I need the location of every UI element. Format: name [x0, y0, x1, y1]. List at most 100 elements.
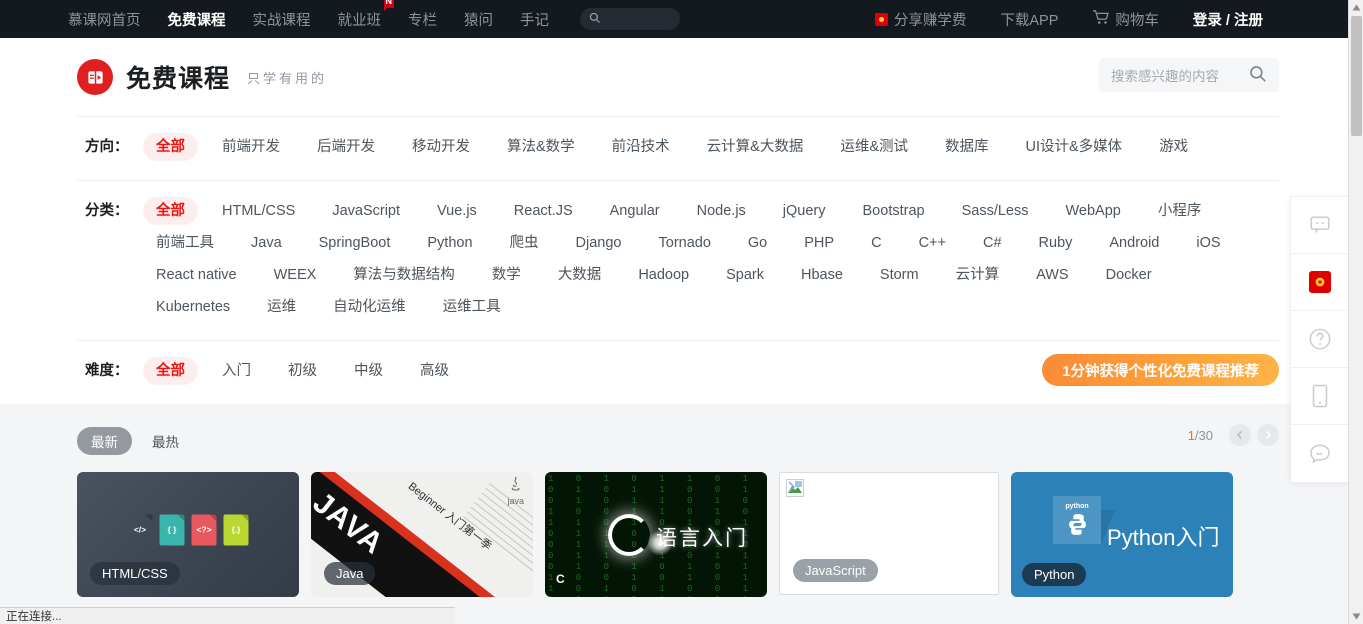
- help-button[interactable]: [1291, 311, 1348, 368]
- filter-category-item[interactable]: 爬虫: [497, 229, 552, 257]
- scroll-up-button[interactable]: [1349, 0, 1363, 15]
- filter-direction-ui-multimedia[interactable]: UI设计&多媒体: [1013, 133, 1136, 161]
- filter-category-item[interactable]: 全部: [143, 197, 198, 225]
- nav-item-cart[interactable]: 购物车: [1092, 9, 1159, 30]
- filter-category-item[interactable]: Spark: [713, 261, 777, 289]
- course-card[interactable]: </> { } <?> {.} HTML/CSS: [77, 472, 299, 597]
- mobile-app-button[interactable]: [1291, 368, 1348, 425]
- nav-item-free-courses[interactable]: 免费课程: [168, 9, 226, 30]
- filter-direction-algorithms[interactable]: 算法&数学: [494, 133, 588, 161]
- filter-category-item[interactable]: Django: [563, 229, 635, 257]
- scroll-down-button[interactable]: [1349, 609, 1363, 624]
- filter-category-item[interactable]: Vue.js: [424, 197, 490, 225]
- course-card[interactable]: 1 0 1 0 1 1 0 1 0 1 0 1 1 0 0 1 0 1 0 1 …: [545, 472, 767, 597]
- course-card[interactable]: JavaScript: [779, 472, 999, 595]
- filter-category-item[interactable]: 小程序: [1145, 197, 1215, 225]
- pagination: 1/30: [1188, 424, 1279, 446]
- filter-category-item[interactable]: jQuery: [770, 197, 839, 225]
- filter-category-item[interactable]: 自动化运维: [320, 293, 419, 321]
- filter-difficulty-intermediate[interactable]: 中级: [341, 357, 396, 385]
- filter-direction-devops-testing[interactable]: 运维&测试: [827, 133, 921, 161]
- course-card-tag: Java: [324, 562, 376, 585]
- filter-category-item[interactable]: 前端工具: [143, 229, 227, 257]
- filter-category-item[interactable]: Android: [1096, 229, 1172, 257]
- filter-category-item[interactable]: Hadoop: [625, 261, 702, 289]
- filter-category-item[interactable]: SpringBoot: [306, 229, 404, 257]
- filter-category-item[interactable]: Angular: [597, 197, 673, 225]
- filter-category-item[interactable]: PHP: [791, 229, 847, 257]
- nav-item-download-app[interactable]: 下载APP: [1000, 9, 1058, 30]
- filter-direction-games[interactable]: 游戏: [1146, 133, 1201, 161]
- chat-button[interactable]: [1291, 425, 1348, 482]
- filter-category-item[interactable]: AWS: [1023, 261, 1082, 289]
- filter-category-item[interactable]: Node.js: [684, 197, 759, 225]
- filter-category-item[interactable]: 数学: [479, 261, 534, 289]
- filter-category-item[interactable]: Docker: [1093, 261, 1165, 289]
- filter-category-item[interactable]: JavaScript: [319, 197, 413, 225]
- filter-category-item[interactable]: Tornado: [646, 229, 724, 257]
- next-page-button[interactable]: [1257, 424, 1279, 446]
- filter-category-item[interactable]: Storm: [867, 261, 932, 289]
- search-icon[interactable]: [1249, 65, 1267, 86]
- filter-direction-frontend[interactable]: 前端开发: [209, 133, 293, 161]
- nav-item-notes[interactable]: 手记: [520, 9, 549, 30]
- personalized-recommendation-button[interactable]: 1分钟获得个性化免费课程推荐: [1042, 354, 1279, 386]
- filter-category-item[interactable]: React native: [143, 261, 250, 289]
- filter-direction-mobile[interactable]: 移动开发: [399, 133, 483, 161]
- browser-vertical-scrollbar[interactable]: [1348, 0, 1363, 624]
- nav-item-column[interactable]: 专栏: [408, 9, 437, 30]
- filter-category-item[interactable]: 算法与数据结构: [340, 261, 468, 289]
- feedback-button[interactable]: [1291, 197, 1348, 254]
- nav-item-label: 手记: [520, 12, 549, 29]
- filter-direction-cutting-edge[interactable]: 前沿技术: [599, 133, 683, 161]
- filter-category-item[interactable]: Kubernetes: [143, 293, 243, 321]
- top-nav-left-group: 慕课网首页 免费课程 实战课程 就业班 N 专栏 猿问 手记: [68, 0, 680, 30]
- prev-page-button[interactable]: [1229, 424, 1251, 446]
- course-card-title: 语言入门: [656, 527, 748, 550]
- filter-category-item[interactable]: Java: [238, 229, 295, 257]
- filter-difficulty-advanced[interactable]: 高级: [407, 357, 462, 385]
- filter-category-item[interactable]: 大数据: [545, 261, 615, 289]
- scrollbar-thumb[interactable]: [1351, 16, 1362, 136]
- red-envelope-button[interactable]: [1291, 254, 1348, 311]
- filter-category-item[interactable]: Sass/Less: [949, 197, 1042, 225]
- filter-category-item[interactable]: iOS: [1183, 229, 1233, 257]
- filter-category-item[interactable]: Python: [414, 229, 485, 257]
- nav-item-share-earn[interactable]: 分享赚学费: [874, 9, 966, 30]
- filter-direction-database[interactable]: 数据库: [932, 133, 1002, 161]
- course-card-tag: HTML/CSS: [90, 562, 180, 585]
- course-card[interactable]: python Python入门 Python: [1011, 472, 1233, 597]
- filter-category-item[interactable]: Go: [735, 229, 780, 257]
- nav-item-job-class[interactable]: 就业班 N: [338, 0, 394, 30]
- filter-category-item[interactable]: 运维: [254, 293, 309, 321]
- header-search-input[interactable]: 搜索感兴趣的内容: [1099, 58, 1279, 92]
- nav-item-login-register[interactable]: 登录 / 注册: [1193, 9, 1263, 30]
- tab-hottest[interactable]: 最热: [146, 427, 185, 455]
- filter-category-item[interactable]: 云计算: [943, 261, 1013, 289]
- filter-category-item[interactable]: Hbase: [788, 261, 856, 289]
- nav-search-input[interactable]: [580, 8, 680, 30]
- tab-newest[interactable]: 最新: [77, 427, 132, 455]
- nav-item-ask[interactable]: 猿问: [464, 9, 493, 30]
- nav-item-home[interactable]: 慕课网首页: [68, 9, 141, 30]
- filter-direction-all[interactable]: 全部: [143, 133, 198, 161]
- course-card[interactable]: JAVA Beginner 入门第一季 java Java: [311, 472, 533, 597]
- filter-category-item[interactable]: WebApp: [1053, 197, 1134, 225]
- filter-difficulty-beginner[interactable]: 初级: [275, 357, 330, 385]
- filter-label-category: 分类：: [85, 203, 129, 219]
- filter-category-item[interactable]: Bootstrap: [850, 197, 938, 225]
- filter-category-item[interactable]: React.JS: [501, 197, 586, 225]
- filter-difficulty-intro[interactable]: 入门: [209, 357, 264, 385]
- filter-direction-cloud-bigdata[interactable]: 云计算&大数据: [694, 133, 817, 161]
- nav-item-practical-courses[interactable]: 实战课程: [253, 9, 311, 30]
- filter-difficulty-all[interactable]: 全部: [143, 357, 198, 385]
- filter-category-item[interactable]: 运维工具: [430, 293, 514, 321]
- filter-category-item[interactable]: C#: [970, 229, 1015, 257]
- filter-category-item[interactable]: Ruby: [1026, 229, 1086, 257]
- filter-category-item[interactable]: C: [858, 229, 894, 257]
- filter-direction-backend[interactable]: 后端开发: [304, 133, 388, 161]
- filter-category-item[interactable]: C++: [906, 229, 959, 257]
- filter-category-item[interactable]: HTML/CSS: [209, 197, 308, 225]
- filter-category-item[interactable]: WEEX: [261, 261, 330, 289]
- python-logo-icon: python: [1053, 496, 1115, 544]
